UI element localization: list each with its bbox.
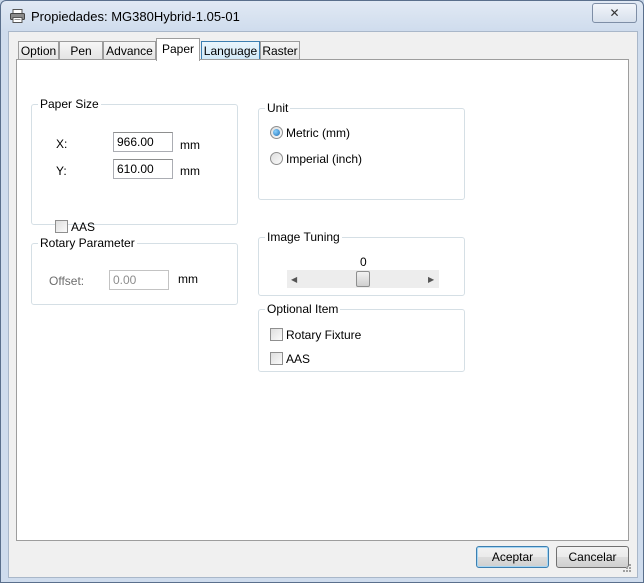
x-label: X:: [56, 137, 68, 151]
resize-grip-icon[interactable]: [621, 562, 631, 572]
imperial-radio[interactable]: [270, 152, 283, 165]
paper-tab-panel: Paper Size X: 966.00 mm Y: 610.00 mm AAS…: [16, 59, 629, 541]
title-bar[interactable]: Propiedades: MG380Hybrid-1.05-01 ✕: [1, 1, 643, 31]
offset-label: Offset:: [49, 274, 85, 288]
properties-window: Propiedades: MG380Hybrid-1.05-01 ✕ Optio…: [0, 0, 644, 583]
unit-legend: Unit: [267, 101, 289, 115]
optional-aas-checkbox[interactable]: [270, 352, 283, 365]
unit-group: Unit Metric (mm) Imperial (inch): [258, 101, 465, 200]
tab-advance[interactable]: Advance: [103, 41, 156, 60]
paper-aas-checkbox[interactable]: [55, 220, 68, 233]
image-tuning-group: Image Tuning 0 ◀ ▶: [258, 230, 465, 296]
x-unit-label: mm: [180, 138, 200, 152]
rotary-parameter-group: Rotary Parameter Offset: 0.00 mm: [31, 236, 238, 305]
paper-aas-label: AAS: [71, 220, 96, 234]
image-tuning-slider[interactable]: ◀ ▶: [287, 270, 439, 288]
paper-size-legend: Paper Size: [40, 97, 99, 111]
printer-icon: [10, 9, 25, 23]
tab-paper[interactable]: Paper: [156, 38, 200, 61]
optional-aas-label: AAS: [286, 352, 311, 366]
y-unit-label: mm: [180, 164, 200, 178]
metric-label: Metric (mm): [286, 126, 350, 140]
rotary-fixture-label: Rotary Fixture: [286, 328, 362, 342]
tab-pen[interactable]: Pen: [59, 41, 103, 60]
close-icon: ✕: [609, 6, 620, 20]
rotary-fixture-checkbox[interactable]: [270, 328, 283, 341]
tab-option[interactable]: Option: [18, 41, 59, 60]
cancel-button[interactable]: Cancelar: [556, 546, 629, 568]
paper-y-input[interactable]: 610.00: [113, 159, 173, 179]
paper-x-input[interactable]: 966.00: [113, 132, 173, 152]
close-button[interactable]: ✕: [592, 3, 637, 23]
metric-radio[interactable]: [270, 126, 283, 139]
imperial-label: Imperial (inch): [286, 152, 363, 166]
paper-size-group: Paper Size X: 966.00 mm Y: 610.00 mm AAS: [31, 97, 238, 234]
slider-right-arrow-icon[interactable]: ▶: [428, 275, 434, 284]
dialog-client-area: Option Pen Advance Paper Language Raster…: [8, 31, 638, 578]
optional-item-legend: Optional Item: [267, 302, 339, 316]
slider-left-arrow-icon[interactable]: ◀: [291, 275, 297, 284]
tab-raster[interactable]: Raster: [260, 41, 300, 60]
image-tuning-value: 0: [360, 255, 367, 269]
optional-item-group: Optional Item Rotary Fixture AAS: [258, 302, 465, 372]
offset-unit-label: mm: [178, 272, 198, 286]
rotary-parameter-legend: Rotary Parameter: [40, 236, 135, 250]
window-title: Propiedades: MG380Hybrid-1.05-01: [31, 9, 240, 24]
tab-language[interactable]: Language: [201, 41, 260, 60]
image-tuning-legend: Image Tuning: [267, 230, 340, 244]
offset-input[interactable]: 0.00: [109, 270, 169, 290]
slider-thumb[interactable]: [356, 271, 370, 287]
radio-selected-dot: [273, 129, 280, 136]
accept-button[interactable]: Aceptar: [476, 546, 549, 568]
y-label: Y:: [56, 164, 67, 178]
